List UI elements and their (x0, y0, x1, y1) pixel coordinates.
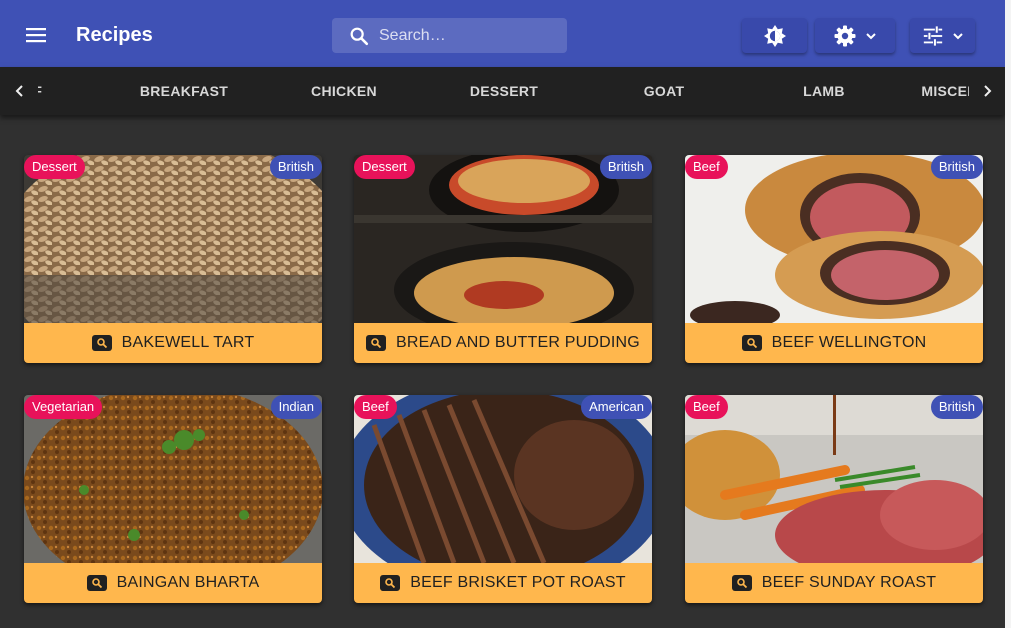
magnify-icon (741, 335, 762, 351)
search-input[interactable] (379, 18, 559, 53)
brightness-icon (763, 24, 786, 47)
area-badge: Indian (270, 395, 322, 419)
search-icon (350, 27, 369, 46)
magnify-icon (91, 335, 112, 351)
search-box[interactable] (332, 18, 567, 53)
recipe-image (685, 155, 983, 323)
category-badge: Beef (685, 155, 728, 179)
recipe-card[interactable]: Dessert British BAKEWELL TART (24, 155, 322, 363)
recipe-caption: BREAD AND BUTTER PUDDING (354, 323, 652, 363)
recipe-name: BAINGAN BHARTA (116, 574, 260, 591)
chevron-right-icon (984, 85, 992, 97)
recipe-name: BEEF BRISKET POT ROAST (410, 574, 626, 591)
chevron-left-icon (15, 85, 23, 97)
chevron-down-icon (866, 32, 876, 39)
recipe-card[interactable]: Beef American BEEF BRISKET POT ROAST (354, 395, 652, 603)
recipe-image (354, 155, 652, 323)
recipe-image (24, 155, 322, 323)
recipe-name: BREAD AND BUTTER PUDDING (396, 334, 640, 351)
app-title: Recipes (76, 24, 153, 46)
area-badge: British (930, 395, 983, 419)
scroll-tabs-right-button[interactable] (969, 67, 1005, 115)
recipe-caption: BAKEWELL TART (24, 323, 322, 363)
chevron-down-icon (952, 32, 963, 39)
tab-breakfast[interactable]: BREAKFAST (104, 67, 264, 115)
app-bar: Recipes (0, 0, 1005, 67)
recipe-caption: BEEF SUNDAY ROAST (685, 563, 983, 603)
area-badge: British (930, 155, 983, 179)
area-badge: British (269, 155, 322, 179)
magnify-icon (380, 575, 401, 591)
magnify-icon (731, 575, 752, 591)
area-badge: American (581, 395, 652, 419)
window-edge (1005, 0, 1011, 628)
recipe-name: BAKEWELL TART (121, 334, 255, 351)
tab-goat[interactable]: GOAT (584, 67, 744, 115)
area-badge: British (599, 155, 652, 179)
tune-icon (923, 25, 942, 46)
recipe-card[interactable]: Beef British BEEF SUNDAY ROAST (685, 395, 983, 603)
category-tabs: BEEF BREAKFAST CHICKEN DESSERT GOAT LAMB… (0, 67, 1005, 115)
menu-button[interactable] (20, 20, 52, 50)
tab-dessert[interactable]: DESSERT (424, 67, 584, 115)
recipe-caption: BEEF BRISKET POT ROAST (354, 563, 652, 603)
recipe-image (24, 395, 322, 563)
scroll-tabs-left-button[interactable] (2, 67, 38, 115)
magnify-icon (366, 335, 387, 351)
theme-toggle-button[interactable] (742, 18, 807, 53)
menu-icon (26, 28, 46, 43)
category-badge: Vegetarian (24, 395, 103, 419)
filter-menu-button[interactable] (910, 18, 975, 53)
category-badge: Dessert (24, 155, 85, 179)
tab-chicken[interactable]: CHICKEN (264, 67, 424, 115)
category-badge: Beef (685, 395, 728, 419)
recipe-name: BEEF SUNDAY ROAST (761, 574, 937, 591)
recipe-caption: BAINGAN BHARTA (24, 563, 322, 603)
recipe-card[interactable]: Dessert British BREAD AND BUTTER PUDDING (354, 155, 652, 363)
recipe-image (685, 395, 983, 563)
category-badge: Beef (354, 395, 397, 419)
settings-menu-button[interactable] (815, 18, 895, 53)
recipe-card[interactable]: Vegetarian Indian BAINGAN BHARTA (24, 395, 322, 603)
magnify-icon (86, 575, 107, 591)
tab-lamb[interactable]: LAMB (744, 67, 904, 115)
recipe-image (354, 395, 652, 563)
recipe-caption: BEEF WELLINGTON (685, 323, 983, 363)
gear-icon (834, 25, 856, 46)
recipe-name: BEEF WELLINGTON (771, 334, 927, 351)
category-badge: Dessert (354, 155, 415, 179)
recipe-card[interactable]: Beef British BEEF WELLINGTON (685, 155, 983, 363)
